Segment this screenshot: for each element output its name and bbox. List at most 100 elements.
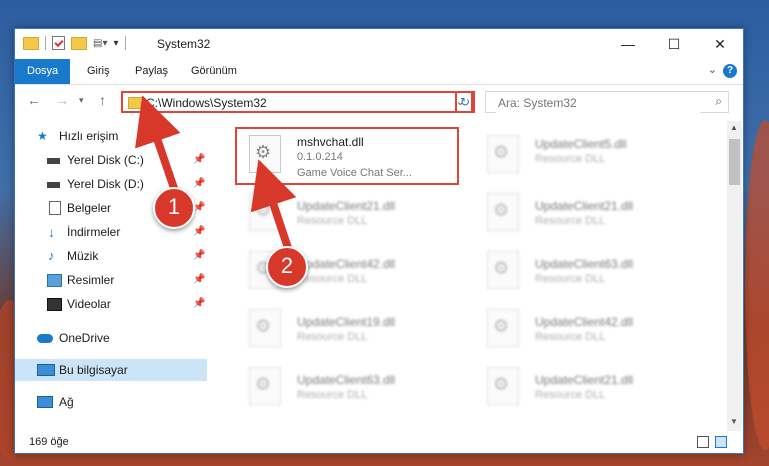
download-icon: ↓ — [48, 224, 55, 240]
pin-icon[interactable]: 📌 — [193, 221, 205, 243]
maximize-button[interactable]: ☐ — [651, 29, 697, 59]
item-count: 169 öğe — [29, 436, 69, 448]
file-name: UpdateClient21.dll — [535, 199, 634, 213]
pin-icon[interactable]: 📌 — [193, 245, 205, 267]
pin-icon[interactable]: 📌 — [193, 173, 205, 195]
tab-share[interactable]: Paylaş — [123, 59, 180, 84]
callout-step-1: 1 — [153, 187, 195, 229]
pin-icon[interactable]: 📌 — [193, 269, 205, 291]
file-type: Resource DLL — [535, 273, 606, 285]
file-item[interactable]: UpdateClient5.dll Resource DLL — [467, 125, 693, 183]
navigation-pane: ★ Hızlı erişim Yerel Disk (C:) 📌 Yerel D… — [15, 121, 207, 431]
file-name: UpdateClient42.dll — [535, 315, 634, 329]
nav-label: İndirmeler — [67, 225, 121, 239]
help-icon[interactable]: ? — [723, 64, 737, 78]
folder-icon — [23, 36, 39, 50]
tab-view[interactable]: Görünüm — [179, 59, 249, 84]
file-explorer-window: ▤▾ ▾ System32 — ☐ ✕ Dosya Giriş Paylaş G… — [14, 28, 744, 454]
file-type: Resource DLL — [297, 273, 368, 285]
dll-file-icon — [487, 367, 519, 405]
nav-item-music[interactable]: ♪ Müzik 📌 — [15, 245, 207, 267]
nav-label: Belgeler — [67, 201, 112, 215]
drive-icon — [47, 182, 60, 188]
file-type: Resource DLL — [535, 153, 606, 165]
refresh-button[interactable]: ↻ — [455, 91, 475, 113]
nav-item-local-disk-c[interactable]: Yerel Disk (C:) 📌 — [15, 149, 207, 171]
file-name: UpdateClient21.dll — [297, 199, 396, 213]
nav-label: Resimler — [67, 273, 115, 287]
pictures-icon — [47, 274, 62, 287]
nav-item-pictures[interactable]: Resimler 📌 — [15, 269, 207, 291]
details-view-icon[interactable] — [697, 436, 709, 448]
back-arrow-icon[interactable]: ← — [27, 92, 41, 108]
file-item[interactable]: UpdateClient21.dll Resource DLL — [467, 183, 693, 241]
file-item[interactable]: UpdateClient63.dll Resource DLL — [467, 241, 693, 299]
file-item[interactable]: UpdateClient21.dll Resource DLL — [229, 183, 455, 241]
dll-file-icon — [487, 251, 519, 289]
nav-label: Müzik — [67, 249, 99, 263]
close-button[interactable]: ✕ — [697, 29, 743, 59]
tab-home[interactable]: Giriş — [75, 59, 122, 84]
up-arrow-icon[interactable]: ↑ — [99, 92, 106, 108]
nav-label: Videolar — [67, 297, 111, 311]
nav-network[interactable]: Ağ — [15, 391, 207, 413]
nav-label: OneDrive — [59, 331, 110, 345]
nav-item-videos[interactable]: Videolar 📌 — [15, 293, 207, 315]
file-type: Resource DLL — [297, 389, 368, 401]
search-icon[interactable]: ⌕ — [715, 94, 722, 109]
customize-toolbar-icon[interactable]: ▤▾ — [93, 38, 107, 49]
nav-label: Yerel Disk (C:) — [67, 153, 144, 167]
pin-icon[interactable]: 📌 — [193, 293, 205, 315]
tab-file[interactable]: Dosya — [15, 59, 71, 84]
pin-icon[interactable]: 📌 — [193, 149, 205, 171]
nav-onedrive[interactable]: OneDrive — [15, 327, 207, 349]
file-item[interactable]: UpdateClient42.dll Resource DLL — [467, 299, 693, 357]
file-type: Resource DLL — [535, 331, 606, 343]
file-name: UpdateClient19.dll — [297, 315, 396, 329]
dll-file-icon — [487, 309, 519, 347]
file-name: UpdateClient5.dll — [535, 137, 627, 151]
vertical-scrollbar[interactable]: ▲ ▼ — [727, 121, 742, 431]
recent-locations-icon[interactable]: ▾ — [79, 95, 84, 106]
address-field[interactable]: C:\Windows\System32 ⌄ — [121, 91, 473, 113]
music-icon: ♪ — [48, 248, 55, 263]
folder-icon — [128, 97, 143, 109]
expand-ribbon-icon[interactable]: ⌄ — [708, 63, 717, 76]
minimize-button[interactable]: — — [605, 29, 651, 59]
search-box[interactable]: ⌕ — [485, 91, 729, 113]
file-name: UpdateClient42.dll — [297, 257, 396, 271]
separator — [45, 36, 46, 50]
videos-icon — [47, 298, 62, 311]
scroll-down-icon[interactable]: ▼ — [730, 417, 738, 426]
nav-label: Hızlı erişim — [59, 129, 119, 143]
quick-access-toolbar: ▤▾ ▾ — [23, 36, 126, 50]
file-item[interactable]: UpdateClient21.dll Resource DLL — [467, 357, 693, 415]
search-input[interactable] — [496, 93, 700, 113]
documents-icon — [49, 201, 61, 215]
dll-file-icon — [249, 193, 281, 231]
title-bar: ▤▾ ▾ System32 — ☐ ✕ — [15, 29, 743, 59]
toolbar-dropdown-icon[interactable]: ▾ — [113, 38, 118, 49]
file-item[interactable]: UpdateClient42.dll Resource DLL — [229, 241, 455, 299]
scroll-up-icon[interactable]: ▲ — [730, 123, 738, 132]
file-name: UpdateClient63.dll — [535, 257, 634, 271]
file-name: UpdateClient63.dll — [297, 373, 396, 387]
file-item[interactable]: UpdateClient19.dll Resource DLL — [229, 299, 455, 357]
window-title: System32 — [157, 37, 211, 51]
file-type: Resource DLL — [535, 215, 606, 227]
dll-file-icon — [249, 367, 281, 405]
nav-this-pc[interactable]: Bu bilgisayar — [15, 359, 207, 381]
scrollbar-thumb[interactable] — [729, 139, 740, 185]
dll-file-icon — [487, 193, 519, 231]
dll-file-icon — [249, 309, 281, 347]
properties-icon[interactable] — [52, 36, 65, 50]
cloud-icon — [37, 334, 53, 343]
new-folder-icon[interactable] — [71, 36, 87, 50]
address-path: C:\Windows\System32 — [146, 96, 267, 110]
nav-quick-access[interactable]: ★ Hızlı erişim — [15, 125, 207, 147]
network-icon — [37, 396, 53, 408]
forward-arrow-icon[interactable]: → — [55, 92, 69, 108]
large-icons-view-icon[interactable] — [715, 436, 727, 448]
file-item[interactable]: UpdateClient63.dll Resource DLL — [229, 357, 455, 415]
file-type: Resource DLL — [535, 389, 606, 401]
